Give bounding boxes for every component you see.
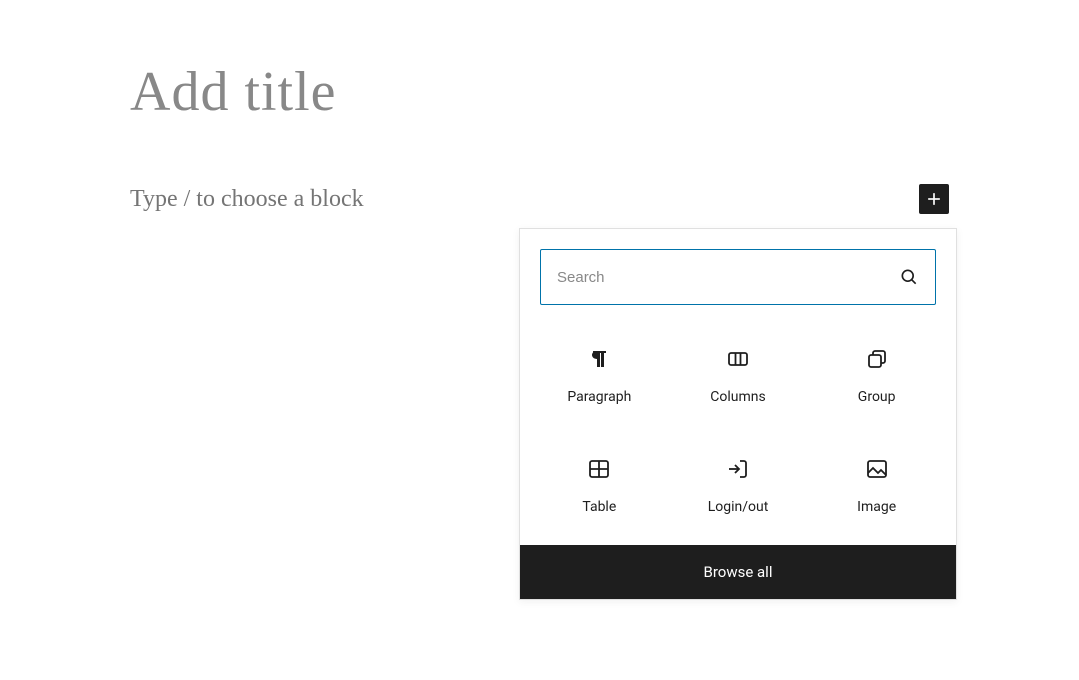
block-prompt-row: Type / to choose a block — [130, 184, 949, 214]
search-icon — [899, 267, 919, 287]
block-label: Group — [858, 389, 896, 405]
group-icon — [865, 347, 889, 371]
block-prompt[interactable]: Type / to choose a block — [130, 186, 919, 213]
block-label: Table — [582, 499, 616, 515]
add-block-button[interactable] — [919, 184, 949, 214]
plus-icon — [924, 189, 944, 209]
image-icon — [865, 457, 889, 481]
paragraph-icon — [587, 347, 611, 371]
block-label: Columns — [710, 389, 765, 405]
block-grid: Paragraph Columns Group Table Login/out — [520, 317, 956, 545]
block-table[interactable]: Table — [530, 451, 669, 521]
block-label: Image — [857, 499, 896, 515]
search-wrap — [520, 229, 956, 317]
browse-all-button[interactable]: Browse all — [520, 545, 956, 599]
login-icon — [726, 457, 750, 481]
block-paragraph[interactable]: Paragraph — [530, 341, 669, 411]
columns-icon — [726, 347, 750, 371]
block-group[interactable]: Group — [807, 341, 946, 411]
block-columns[interactable]: Columns — [669, 341, 808, 411]
block-inserter: Paragraph Columns Group Table Login/out — [519, 228, 957, 600]
title-input[interactable] — [130, 60, 949, 124]
search-box[interactable] — [540, 249, 936, 305]
search-input[interactable] — [557, 269, 899, 286]
table-icon — [587, 457, 611, 481]
block-login[interactable]: Login/out — [669, 451, 808, 521]
block-label: Paragraph — [567, 389, 631, 405]
block-image[interactable]: Image — [807, 451, 946, 521]
block-label: Login/out — [708, 499, 769, 515]
